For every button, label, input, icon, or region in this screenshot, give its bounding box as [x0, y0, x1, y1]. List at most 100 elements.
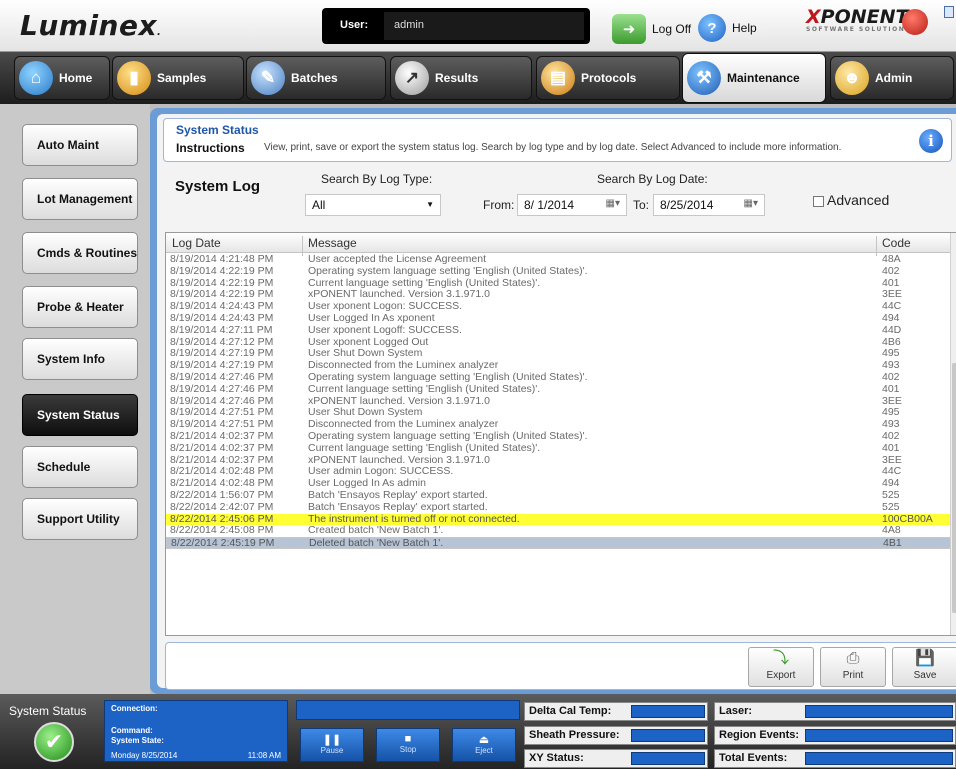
- table-row[interactable]: 8/19/2014 4:24:43 PM User xponent Logon: …: [166, 300, 952, 313]
- cell-log-date: 8/19/2014 4:22:19 PM: [170, 264, 274, 277]
- region-events-meter: Region Events:: [714, 726, 956, 745]
- cell-log-date: 8/19/2014 4:27:46 PM: [170, 370, 274, 383]
- table-row[interactable]: 8/22/2014 1:56:07 PM Batch 'Ensayos Repla…: [166, 488, 952, 502]
- table-row[interactable]: 8/22/2014 2:42:07 PM Batch 'Ensayos Repla…: [166, 501, 952, 514]
- cell-log-date: 8/21/2014 4:02:37 PM: [170, 429, 274, 442]
- table-row[interactable]: 8/22/2014 2:45:19 PM Deleted batch 'New B…: [166, 537, 952, 549]
- cell-message: Current language setting 'English (Unite…: [308, 382, 541, 395]
- action-bar: ⤵ Export ⎙ Print 💾 Save: [165, 642, 956, 690]
- sidebar-item-system-info[interactable]: System Info: [22, 338, 138, 380]
- print-button[interactable]: ⎙ Print: [820, 647, 886, 687]
- table-row[interactable]: 8/21/2014 4:02:48 PM User admin Logon: SU…: [166, 466, 952, 478]
- status-date: Monday 8/25/2014: [111, 751, 178, 760]
- xy-status-meter: XY Status:: [524, 749, 708, 768]
- sidebar-item-probe-heater[interactable]: Probe & Heater: [22, 286, 138, 328]
- delta-cal-temp-meter: Delta Cal Temp:: [524, 702, 708, 721]
- scrollbar-thumb[interactable]: [952, 363, 956, 613]
- dropdown-arrow-icon: ▼: [426, 200, 434, 209]
- help-icon: ?: [698, 14, 726, 42]
- window-control-icon[interactable]: [944, 6, 954, 18]
- admin-icon: ☻: [835, 61, 869, 95]
- table-row[interactable]: 8/19/2014 4:27:19 PM User Shut Down Syste…: [166, 348, 952, 360]
- help-button[interactable]: ? Help: [698, 14, 757, 42]
- tab-protocols[interactable]: ▤ Protocols: [536, 56, 680, 100]
- system-log-table[interactable]: Log Date Message Code 8/19/2014 4:21:48 …: [165, 232, 956, 636]
- tab-batches[interactable]: ✎ Batches: [246, 56, 386, 100]
- table-row[interactable]: 8/21/2014 4:02:37 PM xPONENT launched. Ve…: [166, 454, 952, 467]
- tab-home[interactable]: ⌂ Home: [14, 56, 110, 100]
- status-bar: System Status ✔ Connection: Command: Sys…: [0, 694, 956, 769]
- table-row[interactable]: 8/19/2014 4:27:11 PM User xponent Logoff:…: [166, 323, 952, 337]
- from-label: From:: [483, 198, 515, 212]
- sidebar-item-auto-maint[interactable]: Auto Maint: [22, 124, 138, 166]
- cell-log-date: 8/22/2014 1:56:07 PM: [170, 488, 274, 501]
- sheath-pressure-meter: Sheath Pressure:: [524, 726, 708, 745]
- table-row[interactable]: 8/19/2014 4:27:46 PM Operating system lan…: [166, 370, 952, 384]
- table-row[interactable]: 8/22/2014 2:45:06 PM The instrument is tu…: [166, 513, 952, 526]
- sidebar-item-cmds-routines[interactable]: Cmds & Routines: [22, 232, 138, 274]
- save-icon: 💾: [915, 650, 935, 667]
- save-button[interactable]: 💾 Save: [892, 647, 956, 687]
- info-icon[interactable]: i: [919, 129, 943, 153]
- log-type-label: Search By Log Type:: [321, 172, 433, 186]
- export-icon: ⤵: [772, 650, 789, 667]
- cell-message: Operating system language setting 'Engli…: [308, 264, 588, 277]
- table-row[interactable]: 8/19/2014 4:22:19 PM xPONENT launched. Ve…: [166, 289, 952, 301]
- table-header: Log Date Message Code: [166, 233, 956, 256]
- tab-maintenance[interactable]: ⚒ Maintenance: [682, 53, 826, 103]
- home-icon: ⌂: [19, 61, 53, 95]
- sidebar-item-schedule[interactable]: Schedule: [22, 446, 138, 488]
- cell-message: User Logged In As xponent: [308, 311, 435, 324]
- table-row[interactable]: 8/19/2014 4:27:12 PM User xponent Logged …: [166, 336, 952, 349]
- sidebar-item-support-utility[interactable]: Support Utility: [22, 498, 138, 540]
- column-header-log-date[interactable]: Log Date: [172, 236, 221, 250]
- table-row[interactable]: 8/21/2014 4:02:48 PM User Logged In As ad…: [166, 477, 952, 490]
- tab-admin[interactable]: ☻ Admin: [830, 56, 954, 100]
- table-row[interactable]: 8/21/2014 4:02:37 PM Operating system lan…: [166, 429, 952, 443]
- system-state-panel: Connection: Command: System State: Monda…: [104, 700, 288, 762]
- calendar-icon: ▦▾: [605, 198, 620, 209]
- main-nav: ⌂ Home ▮ Samples ✎ Batches ↗ Results ▤ P…: [0, 52, 956, 104]
- panel-content: System Status Instructions View, print, …: [157, 114, 956, 690]
- table-row[interactable]: 8/21/2014 4:02:37 PM Current language set…: [166, 441, 952, 455]
- table-row[interactable]: 8/19/2014 4:24:43 PM User Logged In As xp…: [166, 311, 952, 325]
- table-row[interactable]: 8/19/2014 4:27:46 PM xPONENT launched. Ve…: [166, 395, 952, 408]
- cell-message: User xponent Logoff: SUCCESS.: [308, 323, 462, 336]
- total-events-meter: Total Events:: [714, 749, 956, 768]
- export-button[interactable]: ⤵ Export: [748, 647, 814, 687]
- advanced-checkbox[interactable]: [813, 196, 824, 207]
- column-header-code[interactable]: Code: [882, 236, 911, 250]
- column-header-message[interactable]: Message: [308, 236, 357, 250]
- cell-code: 402: [882, 264, 900, 277]
- calendar-icon: ▦▾: [743, 198, 758, 209]
- batches-icon: ✎: [251, 61, 285, 95]
- to-date-picker[interactable]: 8/25/2014 ▦▾: [653, 194, 765, 216]
- sidebar-item-system-status[interactable]: System Status: [22, 394, 138, 436]
- progress-bar: [296, 700, 520, 720]
- tab-samples[interactable]: ▮ Samples: [112, 56, 244, 100]
- table-row[interactable]: 8/22/2014 2:45:08 PM Created batch 'New B…: [166, 525, 952, 537]
- results-icon: ↗: [395, 61, 429, 95]
- stop-button[interactable]: ■ Stop: [376, 728, 440, 762]
- log-type-select[interactable]: All ▼: [305, 194, 441, 216]
- table-scrollbar[interactable]: [950, 233, 956, 635]
- cell-message: Created batch 'New Batch 1'.: [308, 524, 444, 537]
- tab-results[interactable]: ↗ Results: [390, 56, 532, 100]
- logoff-button[interactable]: ➜ Log Off: [612, 14, 691, 44]
- instructions-label: Instructions: [176, 141, 245, 155]
- run-controls: ❚❚ Pause ■ Stop ⏏ Eject: [296, 700, 520, 762]
- table-row[interactable]: 8/19/2014 4:22:19 PM Operating system lan…: [166, 264, 952, 278]
- eject-button[interactable]: ⏏ Eject: [452, 728, 516, 762]
- table-row[interactable]: 8/19/2014 4:22:19 PM Current language set…: [166, 277, 952, 290]
- advanced-label: Advanced: [827, 192, 890, 208]
- connection-label: Connection:: [111, 704, 158, 713]
- table-body: 8/19/2014 4:21:48 PM User accepted the Li…: [166, 253, 952, 549]
- from-date-picker[interactable]: 8/ 1/2014 ▦▾: [517, 194, 627, 216]
- sidebar-item-lot-management[interactable]: Lot Management: [22, 178, 138, 220]
- cell-code: 494: [882, 311, 900, 324]
- pause-button[interactable]: ❚❚ Pause: [300, 728, 364, 762]
- table-row[interactable]: 8/19/2014 4:27:46 PM Current language set…: [166, 382, 952, 396]
- main-panel: System Status Instructions View, print, …: [150, 108, 956, 694]
- table-row[interactable]: 8/19/2014 4:27:51 PM User Shut Down Syste…: [166, 407, 952, 419]
- cell-log-date: 8/21/2014 4:02:37 PM: [170, 441, 274, 454]
